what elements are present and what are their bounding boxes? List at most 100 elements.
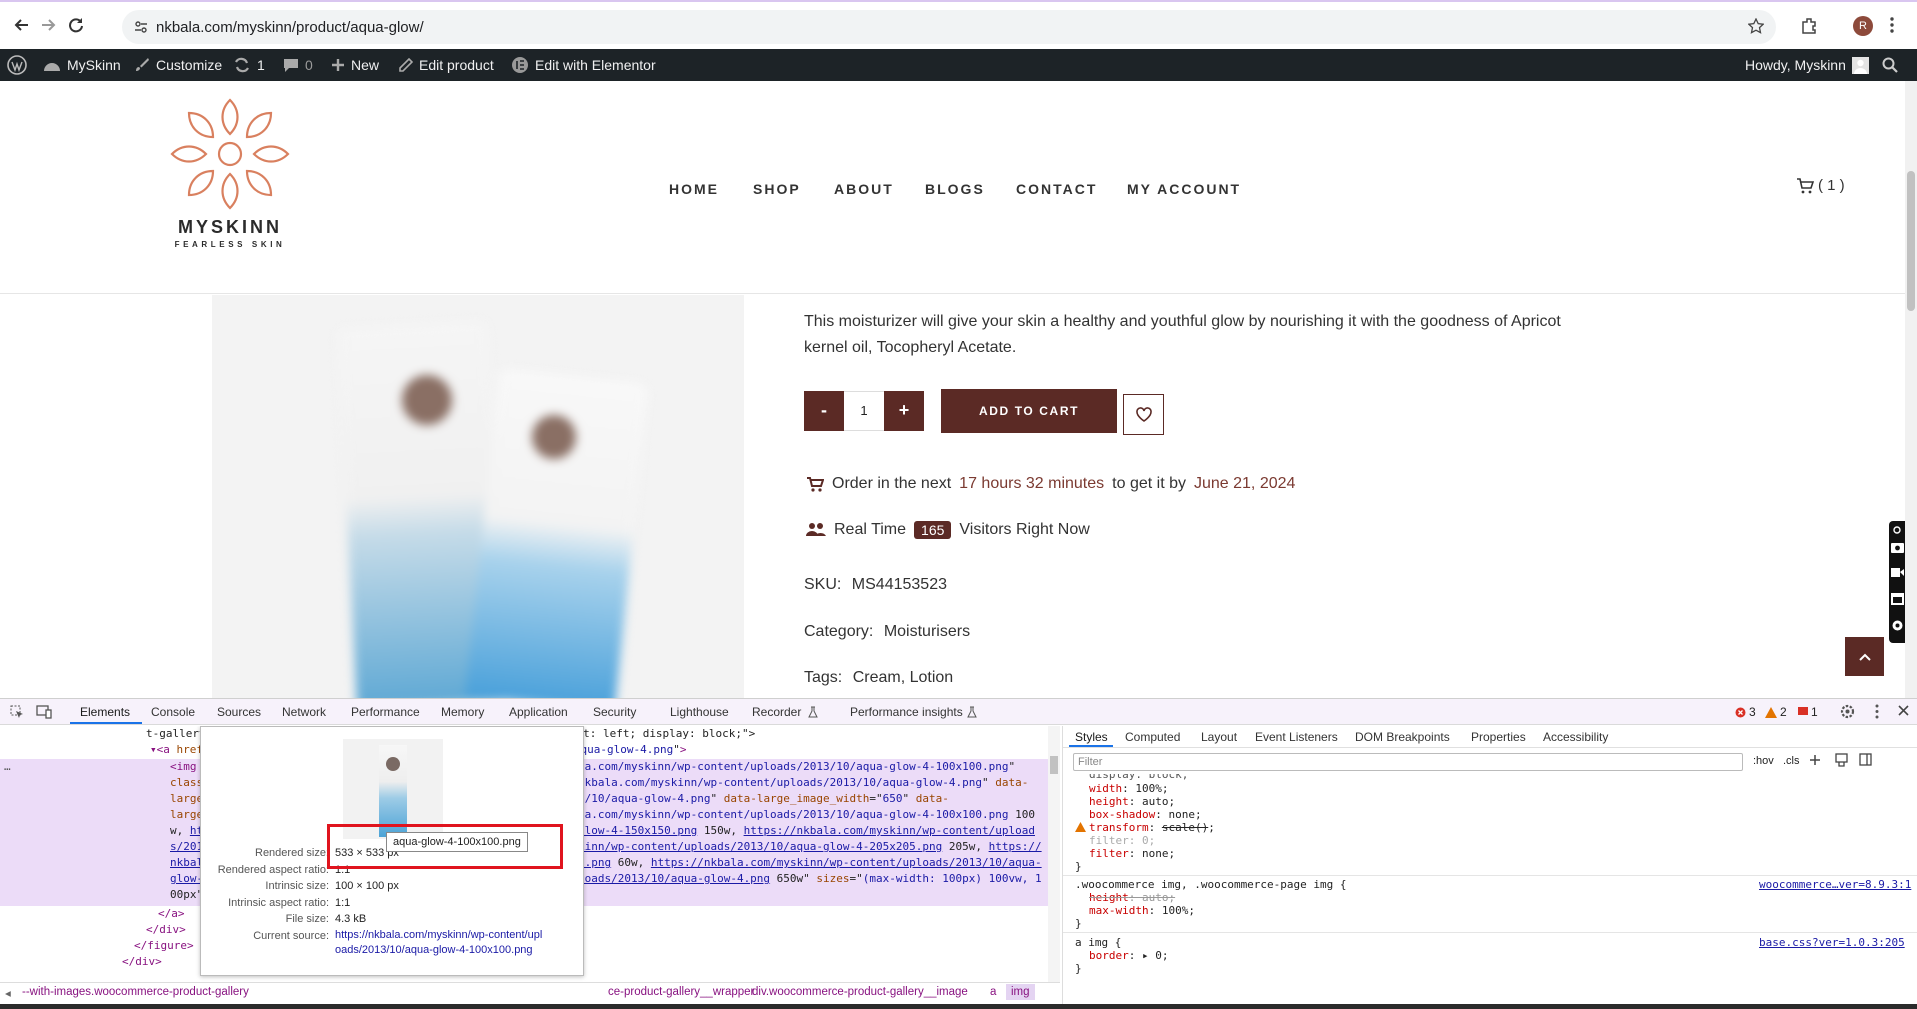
error-count: 3 — [1749, 705, 1756, 719]
wishlist-button[interactable] — [1123, 394, 1164, 435]
subtab-properties[interactable]: Properties — [1471, 730, 1526, 744]
qty-input[interactable]: 1 — [844, 391, 884, 431]
elementor-link[interactable]: Edit with Elementor — [511, 49, 656, 81]
forward-icon[interactable] — [37, 14, 59, 36]
rule2-source-link[interactable]: base.css?ver=1.0.3:205 — [1759, 936, 1905, 949]
devtools-tab-console[interactable]: Console — [151, 705, 195, 719]
style-rules[interactable]: display: block; width: 100%; height: aut… — [1063, 774, 1917, 1009]
site-name-link[interactable]: MySkinn — [43, 49, 121, 81]
element-state-icon[interactable] — [1835, 753, 1848, 767]
cls-toggle[interactable]: .cls — [1783, 755, 1800, 767]
page-scrollbar[interactable] — [1905, 81, 1917, 698]
breadcrumb-item-gallery[interactable]: --with-images.woocommerce-product-galler… — [22, 986, 249, 998]
product-gallery-image[interactable] — [212, 295, 744, 698]
devtools-tab-memory[interactable]: Memory — [441, 705, 484, 719]
breadcrumb-item-img[interactable]: img — [1006, 984, 1035, 1000]
toggle-sidebar-icon[interactable] — [1859, 753, 1872, 766]
cart-link[interactable]: ( 1 ) — [1796, 177, 1845, 194]
wordpress-logo-icon[interactable] — [7, 49, 27, 81]
scrollbar-thumb[interactable] — [1907, 171, 1915, 311]
new-link[interactable]: New — [331, 49, 379, 81]
inspect-element-icon[interactable] — [10, 705, 24, 719]
hov-toggle[interactable]: :hov — [1753, 755, 1774, 767]
devtools-tab-elements[interactable]: Elements — [80, 705, 130, 719]
breadcrumb-item-wrapper[interactable]: ce-product-gallery__wrapper — [608, 986, 754, 998]
order-time: 17 hours 32 minutes — [959, 475, 1105, 492]
issues-counter[interactable]: 1 — [1798, 705, 1818, 719]
device-toolbar-icon[interactable] — [36, 705, 52, 719]
breadcrumb-scroll-left-icon[interactable]: ◂ — [5, 986, 11, 1000]
customize-link[interactable]: Customize — [134, 49, 222, 81]
menu-item-home[interactable]: HOME — [669, 181, 719, 197]
subtab-layout[interactable]: Layout — [1201, 730, 1237, 744]
comments-link[interactable]: 0 — [283, 49, 313, 81]
devtools-tab-lighthouse[interactable]: Lighthouse — [670, 705, 729, 719]
styles-tab-indicator — [1069, 745, 1113, 747]
devtools-tab-recorder[interactable]: Recorder — [752, 705, 801, 719]
users-icon — [806, 523, 826, 536]
subtab-computed[interactable]: Computed — [1125, 730, 1180, 744]
issues-count: 1 — [1811, 705, 1818, 719]
rule1-source-link[interactable]: woocommerce…ver=8.9.3:1 — [1759, 878, 1911, 891]
site-logo[interactable]: MYSKINN FEARLESS SKIN — [165, 96, 295, 256]
tags-links[interactable]: Cream, Lotion — [853, 669, 954, 686]
devtools-tab-application[interactable]: Application — [509, 705, 568, 719]
devtools-tab-security[interactable]: Security — [593, 705, 636, 719]
menu-item-contact[interactable]: CONTACT — [1016, 181, 1097, 197]
extensions-icon[interactable] — [1800, 17, 1818, 35]
breadcrumb-item-a[interactable]: a — [990, 986, 996, 998]
reload-icon[interactable] — [65, 14, 87, 36]
subtab-accessibility[interactable]: Accessibility — [1543, 730, 1608, 744]
devtools-tab-sources[interactable]: Sources — [217, 705, 261, 719]
subtab-event-listeners[interactable]: Event Listeners — [1255, 730, 1338, 744]
menu-item-my-account[interactable]: MY ACCOUNT — [1127, 181, 1241, 197]
back-icon[interactable] — [11, 14, 33, 36]
warning-count: 2 — [1780, 705, 1787, 719]
error-counter[interactable]: 3 — [1735, 705, 1756, 719]
address-bar[interactable]: nkbala.com/myskinn/product/aqua-glow/ — [122, 10, 1776, 44]
heart-icon — [1135, 407, 1152, 422]
product-photo — [212, 295, 744, 698]
menu-item-about[interactable]: ABOUT — [834, 181, 894, 197]
edit-product-link[interactable]: Edit product — [398, 49, 494, 81]
warning-counter[interactable]: 2 — [1765, 705, 1787, 719]
category-link[interactable]: Moisturisers — [884, 623, 970, 640]
devtools-tab-performance-insights[interactable]: Performance insights — [850, 705, 963, 719]
subtab-dom-breakpoints[interactable]: DOM Breakpoints — [1355, 730, 1450, 744]
window-icon[interactable] — [1891, 593, 1904, 605]
styles-filter-input[interactable]: Filter — [1073, 753, 1743, 771]
menu-item-blogs[interactable]: BLOGS — [925, 181, 985, 197]
qty-minus-button[interactable]: - — [804, 391, 844, 431]
qty-plus-button[interactable]: + — [884, 391, 924, 431]
subtab-styles[interactable]: Styles — [1075, 730, 1108, 744]
breadcrumb-item-image-div[interactable]: div.woocommerce-product-gallery__image — [752, 986, 968, 998]
menu-item-shop[interactable]: SHOP — [753, 181, 801, 197]
devtools-settings-icon[interactable] — [1840, 704, 1855, 719]
elements-tree[interactable]: t-gallery__image" style="width: 532.797p… — [0, 726, 1048, 982]
current-source-label: Current source: — [253, 929, 329, 942]
browser-menu-icon[interactable] — [1890, 16, 1894, 34]
devtools-tab-network[interactable]: Network — [282, 705, 326, 719]
add-to-cart-button[interactable]: ADD TO CART — [941, 389, 1117, 433]
devtools-menu-icon[interactable] — [1875, 704, 1879, 719]
link-icon[interactable] — [1892, 525, 1902, 535]
intrinsic-aspect-value: 1:1 — [335, 896, 351, 909]
order-mid: to get it by — [1112, 475, 1186, 492]
site-info-icon[interactable] — [134, 20, 148, 34]
back-to-top-button[interactable] — [1845, 637, 1884, 676]
search-icon[interactable] — [1882, 49, 1898, 81]
bookmark-star-icon[interactable] — [1748, 18, 1764, 34]
settings-gear-icon[interactable] — [1891, 619, 1904, 632]
elements-scroll-thumb[interactable] — [1050, 756, 1058, 774]
video-icon[interactable] — [1891, 567, 1904, 578]
current-source-line-1[interactable]: https://nkbala.com/myskinn/wp-content/up… — [335, 928, 585, 943]
devtools-close-icon[interactable] — [1898, 705, 1909, 716]
account-menu[interactable]: Howdy, Myskinn — [1745, 49, 1869, 81]
new-style-rule-icon[interactable] — [1809, 754, 1821, 766]
profile-avatar[interactable]: R — [1853, 16, 1873, 36]
current-source-line-2[interactable]: oads/2013/10/aqua-glow-4-100x100.png — [335, 943, 585, 958]
camera-icon[interactable] — [1891, 541, 1904, 553]
devtools-tab-performance[interactable]: Performance — [351, 705, 420, 719]
elements-scrollbar[interactable] — [1048, 726, 1060, 982]
updates-link[interactable]: 1 — [233, 49, 265, 81]
